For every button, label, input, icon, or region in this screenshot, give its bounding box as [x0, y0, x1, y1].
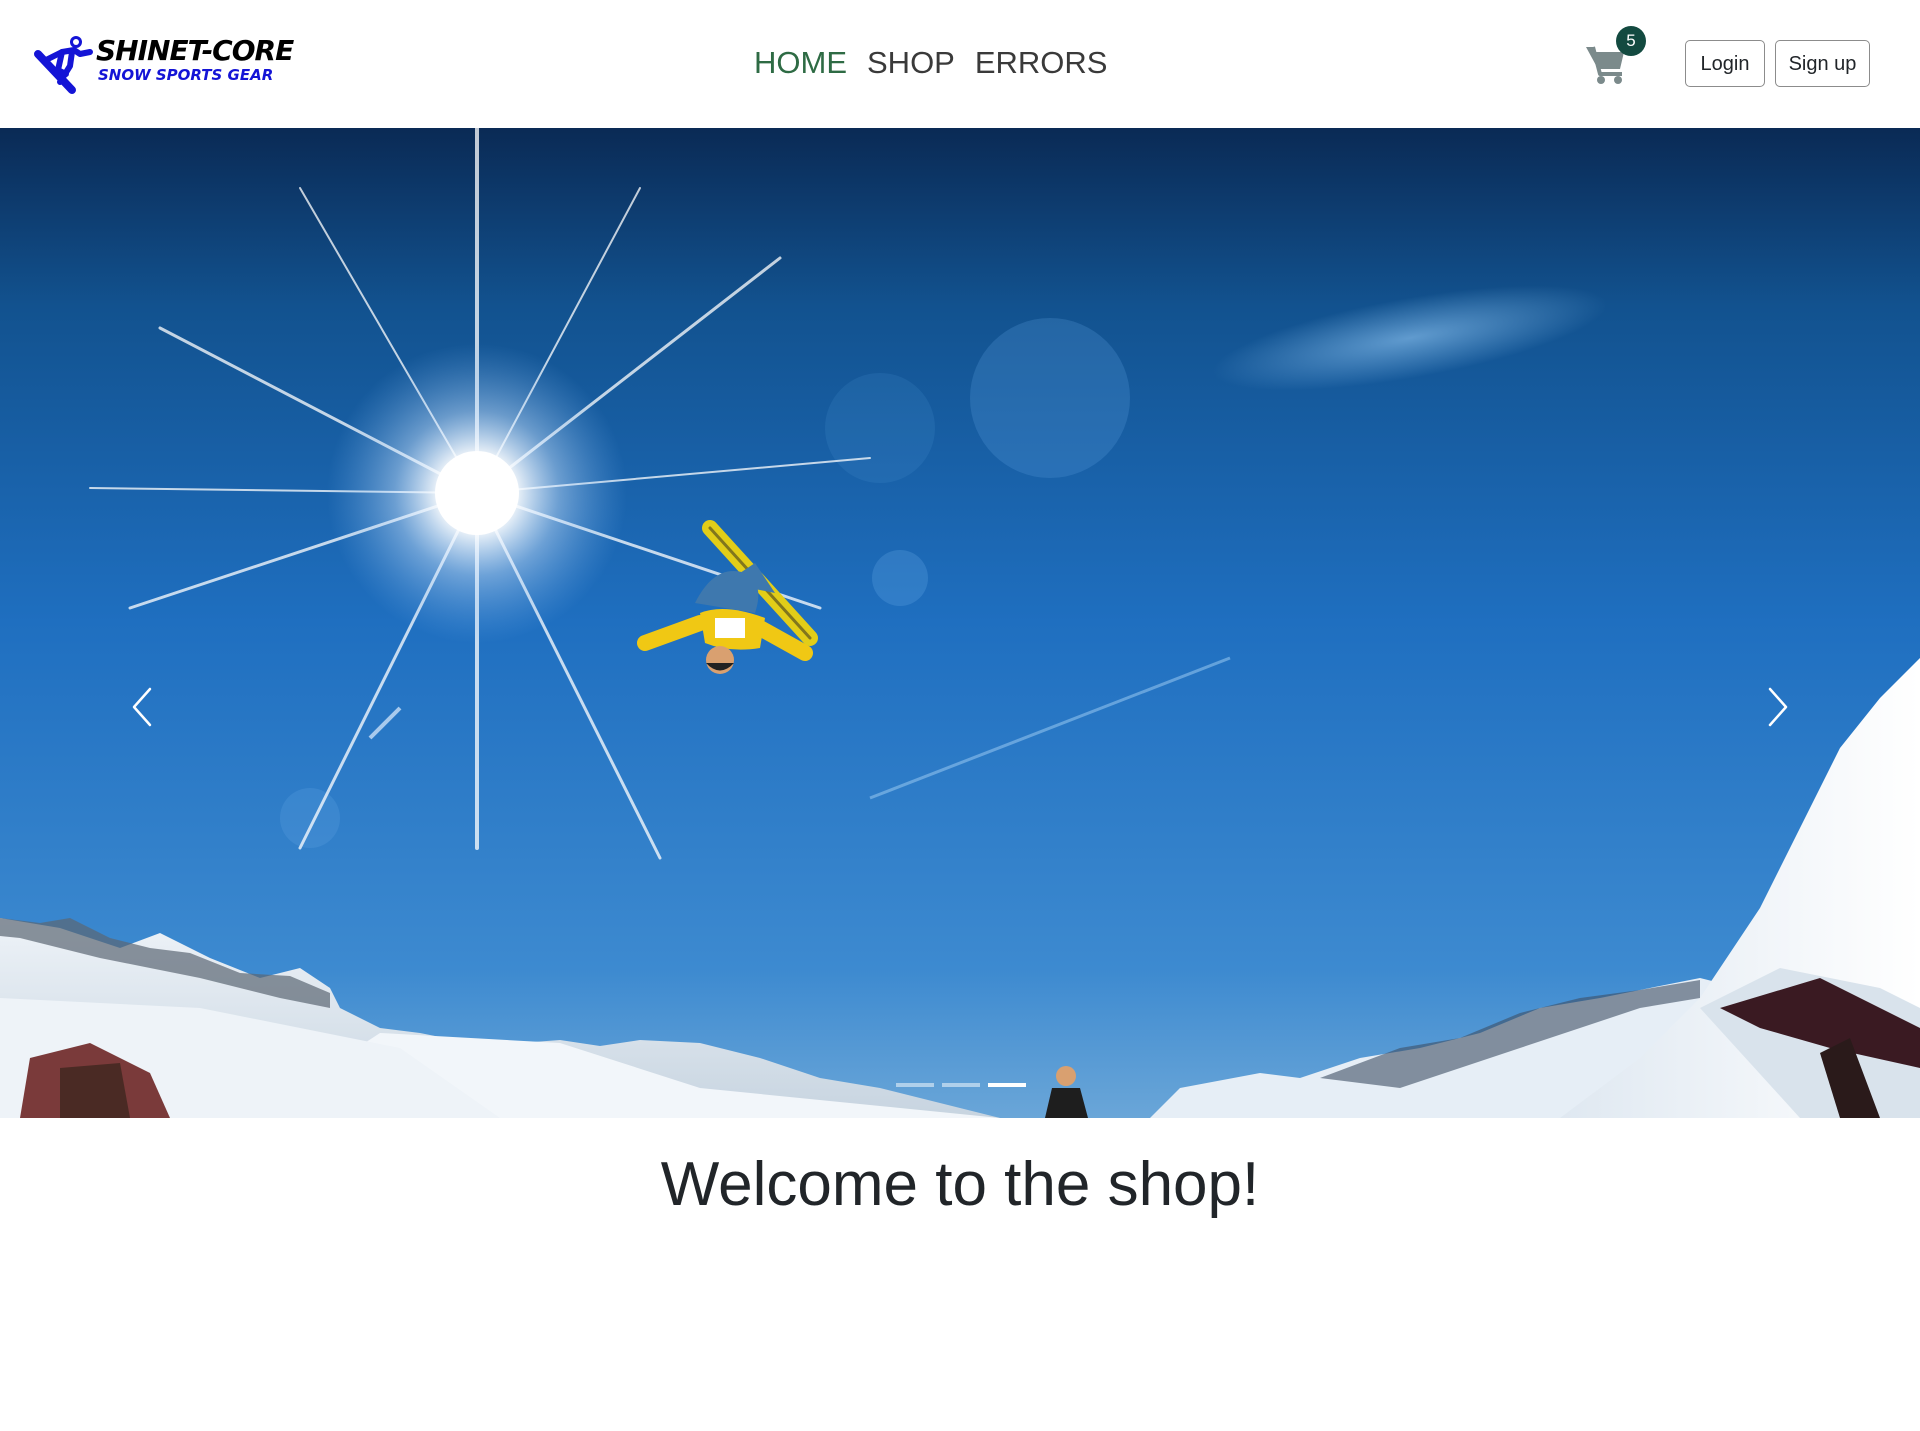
page-title: Welcome to the shop!	[660, 1150, 1260, 1219]
cart-button[interactable]: 5	[1584, 26, 1656, 88]
login-button[interactable]: Login	[1685, 40, 1765, 87]
brand-tagline: SNOW SPORTS GEAR	[98, 66, 274, 84]
nav-errors[interactable]: ERRORS	[965, 40, 1118, 86]
chevron-right-icon	[1768, 687, 1788, 727]
chevron-left-icon	[132, 687, 152, 727]
nav-shop[interactable]: SHOP	[857, 40, 965, 86]
carousel-indicator-3[interactable]	[988, 1083, 1026, 1087]
carousel-indicator-2[interactable]	[942, 1083, 980, 1087]
nav-home[interactable]: HOME	[744, 40, 857, 86]
brand-name: SHINET-CORE	[96, 34, 294, 67]
signup-button[interactable]: Sign up	[1775, 40, 1870, 87]
carousel-next-button[interactable]	[1756, 683, 1796, 731]
hero-slide-image	[0, 128, 1920, 1118]
cart-count-badge: 5	[1616, 26, 1646, 56]
brand-logo[interactable]: SHINET-CORE SNOW SPORTS GEAR	[32, 30, 294, 100]
main-nav: HOME SHOP ERRORS	[744, 40, 1118, 86]
carousel-indicator-1[interactable]	[896, 1083, 934, 1087]
snowboarder-icon	[34, 36, 93, 94]
navbar: SHINET-CORE SNOW SPORTS GEAR HOME SHOP E…	[0, 0, 1920, 128]
carousel-indicators	[896, 1083, 1026, 1087]
hero-carousel	[0, 128, 1920, 1118]
carousel-prev-button[interactable]	[124, 683, 164, 731]
